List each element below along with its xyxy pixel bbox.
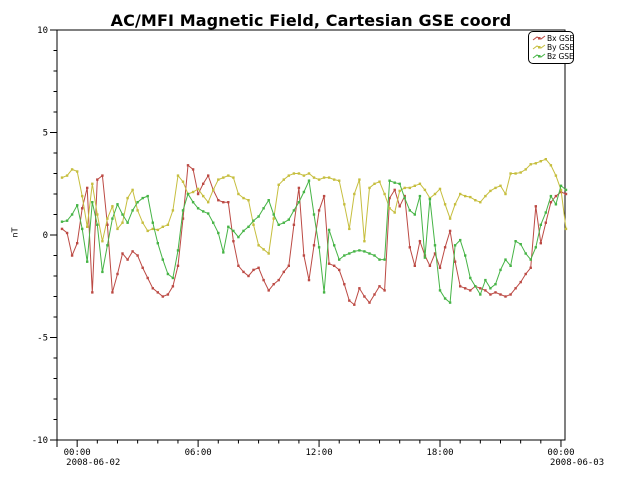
x-tick-label: 18:00 [426,448,453,458]
plot-area [57,30,565,440]
by-line-icon [532,43,546,52]
series-bx-line [62,165,566,304]
series-by-line [62,159,566,253]
y-tick-label: 0 [43,231,48,241]
legend-label-bz: Bz GSE [547,52,574,61]
magnetic-field-chart: 1050-5-1000:002008-06-0206:0012:0018:000… [0,0,640,480]
legend-label-bx: Bx GSE [547,34,574,43]
x-tick-label: 12:00 [306,448,333,458]
legend-label-by: By GSE [547,43,574,52]
legend-box: Bx GSE By GSE Bz GSE [528,31,574,64]
legend-entry-by: By GSE [532,43,573,52]
y-tick-label: -10 [32,436,48,446]
series-bz-markers [61,180,567,304]
x-date-label: 2008-06-03 [550,458,604,468]
legend-entry-bz: Bz GSE [532,52,573,61]
x-tick-label: 00:00 [64,448,91,458]
series-bz-line [62,181,566,303]
x-tick-label: 06:00 [185,448,212,458]
bz-line-icon [532,52,546,61]
x-tick-label: 00:00 [547,448,574,458]
y-tick-label: 10 [37,26,48,36]
x-date-label: 2008-06-02 [66,458,120,468]
bx-line-icon [532,34,546,43]
y-tick-label: -5 [37,334,48,344]
legend-entry-bx: Bx GSE [532,34,573,43]
series-bx-markers [61,164,567,306]
y-tick-label: 5 [43,129,48,139]
plot-window: AC/MFI Magnetic Field, Cartesian GSE coo… [0,0,640,480]
